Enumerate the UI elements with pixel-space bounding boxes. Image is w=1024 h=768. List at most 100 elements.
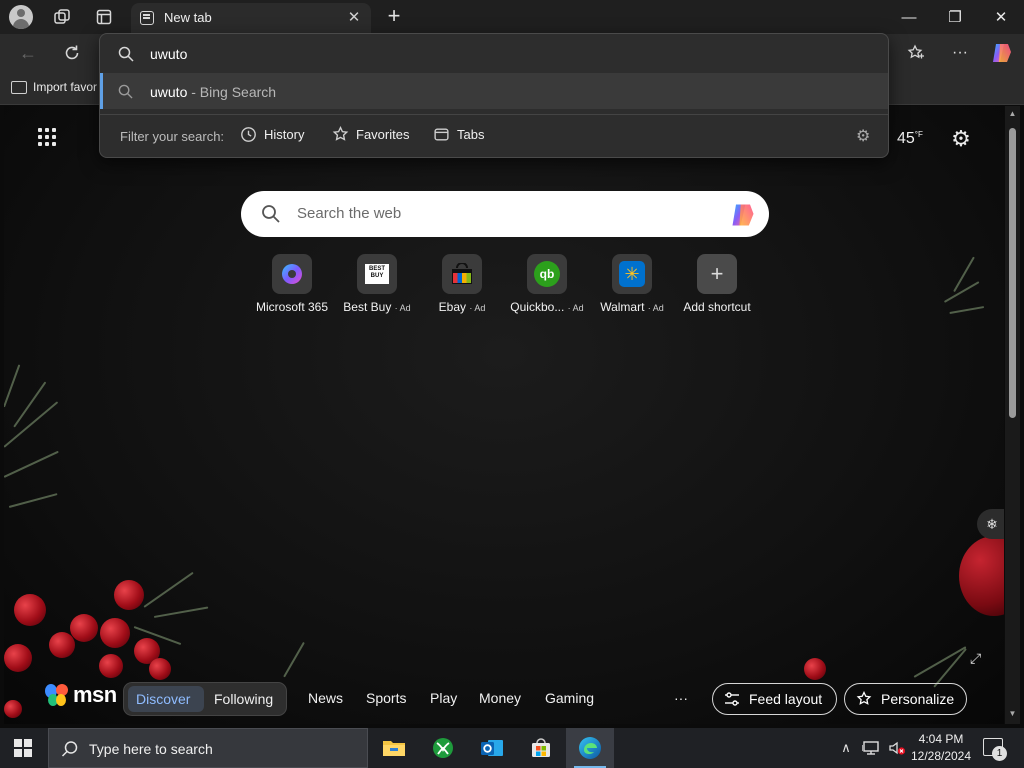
show-hidden-icons-chevron-icon[interactable]: ∧	[838, 740, 854, 756]
personalize-button[interactable]: Personalize	[844, 683, 967, 715]
back-arrow-icon[interactable]: ←	[14, 40, 42, 66]
quickbooks-icon: qb	[527, 254, 567, 294]
minimize-button[interactable]: —	[886, 0, 932, 34]
shortcut-label: Microsoft 365	[255, 300, 329, 314]
filter-favorites-button[interactable]: Favorites	[332, 126, 409, 143]
tabs-icon	[434, 128, 449, 141]
copilot-icon[interactable]	[990, 41, 1014, 65]
search-icon	[118, 84, 133, 99]
scroll-thumb[interactable]	[1009, 128, 1016, 418]
tab-following[interactable]: Following	[214, 691, 273, 707]
dropdown-divider	[100, 114, 888, 115]
shortcut-ebay[interactable]: Ebay · Ad	[419, 254, 505, 314]
taskbar-search-box[interactable]: Type here to search	[48, 728, 368, 768]
active-tab[interactable]: New tab ✕	[131, 3, 371, 34]
vertical-tabs-icon[interactable]	[90, 4, 118, 30]
page-settings-gear-icon[interactable]: ⚙	[948, 126, 974, 152]
quickbooks-logo: qb	[534, 261, 560, 287]
microsoft-365-icon	[272, 254, 312, 294]
scroll-up-arrow-icon[interactable]: ▲	[1008, 109, 1017, 118]
apps-grid-icon[interactable]	[38, 128, 58, 148]
search-icon	[118, 46, 134, 62]
more-menu-icon[interactable]: ···	[946, 40, 974, 66]
weather-unit: °F	[914, 130, 923, 139]
refresh-icon[interactable]	[58, 40, 86, 66]
windows-taskbar: Type here to search ∧ 4:04 PM 12/28/2024…	[0, 728, 1024, 768]
import-favorites-button[interactable]: Import favor	[11, 80, 97, 94]
maximize-button[interactable]: ❐	[932, 0, 978, 34]
taskbar-file-explorer[interactable]	[370, 728, 418, 768]
network-icon[interactable]	[862, 740, 880, 756]
sparkle-star-icon	[856, 691, 872, 705]
xbox-icon	[433, 738, 453, 758]
ad-label: · Ad	[647, 303, 664, 313]
page-scrollbar[interactable]: ▲ ▼	[1005, 106, 1020, 724]
taskbar-microsoft-store[interactable]	[517, 728, 565, 768]
close-window-button[interactable]: ✕	[978, 0, 1024, 34]
filter-label: Filter your search:	[120, 129, 225, 144]
tab-title: New tab	[164, 10, 212, 25]
taskbar-clock[interactable]: 4:04 PM 12/28/2024	[908, 731, 974, 765]
scroll-down-arrow-icon[interactable]: ▼	[1008, 709, 1017, 718]
page-search-placeholder: Search the web	[297, 205, 402, 222]
filter-tabs-label: Tabs	[457, 127, 485, 142]
new-tab-button[interactable]: +	[381, 3, 407, 29]
folder-icon	[383, 741, 405, 756]
filter-tabs-button[interactable]: Tabs	[433, 126, 484, 143]
sliders-icon	[725, 692, 739, 706]
search-icon	[262, 205, 280, 223]
shortcut-quickbooks[interactable]: qb Quickbo... · Ad	[504, 254, 590, 314]
volume-muted-icon[interactable]	[888, 740, 906, 756]
add-shortcut-button[interactable]: + Add shortcut	[674, 254, 760, 314]
taskbar-edge[interactable]	[566, 728, 614, 768]
page-search-box[interactable]: Search the web	[241, 191, 769, 237]
tab-discover[interactable]: Discover	[136, 691, 190, 707]
feed-layout-label: Feed layout	[749, 691, 823, 707]
history-clock-icon	[241, 127, 256, 142]
windows-start-icon[interactable]	[14, 739, 32, 757]
more-nav-icon[interactable]: ···	[674, 690, 688, 706]
suggestion-source: - Bing Search	[187, 84, 277, 100]
msn-logo-text: msn	[73, 682, 117, 707]
feed-layout-button[interactable]: Feed layout	[712, 683, 837, 715]
address-bar-dropdown: uwuto uwuto - Bing Search Filter your se…	[99, 33, 889, 158]
shortcut-best-buy[interactable]: BEST BUY Best Buy · Ad	[334, 254, 420, 314]
weather-widget[interactable]: 45°F	[897, 130, 923, 148]
taskbar-outlook[interactable]	[468, 728, 516, 768]
shortcut-microsoft-365[interactable]: Microsoft 365	[249, 254, 335, 314]
clock-time: 4:04 PM	[918, 732, 964, 746]
plus-icon: +	[697, 254, 737, 294]
copilot-search-icon[interactable]	[729, 201, 757, 229]
star-icon	[332, 126, 349, 141]
workspaces-icon[interactable]	[48, 4, 76, 30]
nav-sports[interactable]: Sports	[366, 690, 406, 706]
shortcut-label: Walmart	[600, 300, 645, 314]
taskbar-xbox[interactable]	[419, 728, 467, 768]
shortcut-label: Best Buy	[343, 300, 392, 314]
expand-icon[interactable]: ⤢	[970, 650, 981, 667]
nav-news[interactable]: News	[308, 690, 343, 706]
profile-avatar[interactable]	[9, 5, 33, 29]
favorites-star-icon[interactable]	[902, 40, 930, 66]
search-settings-gear-icon[interactable]: ⚙	[856, 126, 870, 146]
msn-logo[interactable]: msn	[44, 682, 117, 708]
filter-favorites-label: Favorites	[356, 127, 410, 142]
background-effects-icon[interactable]: ❄	[977, 509, 1004, 539]
address-bar-input[interactable]: uwuto	[150, 46, 187, 62]
notification-count-badge: 1	[992, 746, 1007, 761]
taskbar-search-placeholder: Type here to search	[89, 741, 213, 757]
nav-play[interactable]: Play	[430, 690, 457, 706]
walmart-icon: ✳	[612, 254, 652, 294]
import-favorites-label: Import favor	[33, 80, 98, 94]
new-tab-page: 45°F ⚙ Search the web Microsoft 365 BEST…	[4, 106, 1004, 724]
shortcut-label: Add shortcut	[683, 300, 751, 314]
shortcut-walmart[interactable]: ✳ Walmart · Ad	[589, 254, 675, 314]
nav-gaming[interactable]: Gaming	[545, 690, 594, 706]
edge-icon	[579, 737, 601, 759]
tab-close-icon[interactable]: ✕	[345, 8, 363, 26]
clock-date: 12/28/2024	[910, 749, 972, 763]
ad-label: · Ad	[469, 303, 486, 313]
suggestion-bing-search[interactable]: uwuto - Bing Search	[100, 73, 888, 109]
nav-money[interactable]: Money	[479, 690, 521, 706]
filter-history-button[interactable]: History	[240, 126, 304, 143]
